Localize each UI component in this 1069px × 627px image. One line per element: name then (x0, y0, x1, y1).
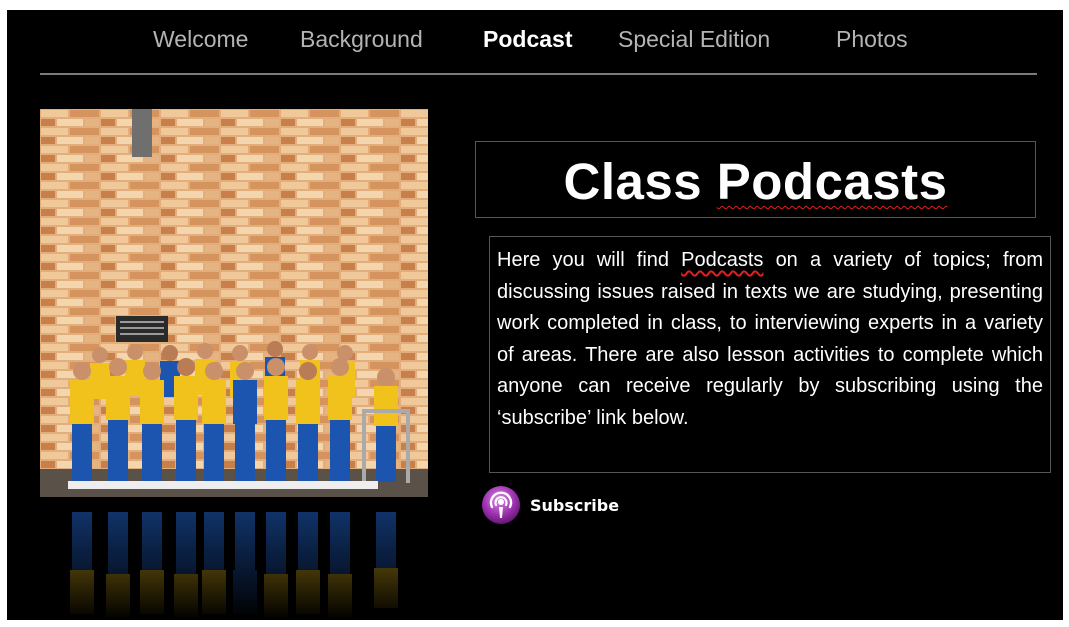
top-nav: Welcome Background Podcast Special Editi… (7, 10, 1063, 72)
intro-text-podcasts: Podcasts (681, 249, 764, 271)
page-title-word-1: Class (563, 153, 703, 210)
intro-paragraph: Here you will find Podcasts on a variety… (497, 245, 1043, 434)
intro-text-box: Here you will find Podcasts on a variety… (489, 236, 1051, 473)
page-title: Class Podcasts (563, 152, 947, 211)
nav-podcast[interactable]: Podcast (483, 26, 572, 53)
nav-divider (40, 73, 1037, 75)
intro-text-start: Here you will find (497, 249, 670, 271)
class-photo-illustration (40, 109, 428, 620)
subscribe-link[interactable]: Subscribe (481, 484, 619, 526)
nav-background[interactable]: Background (300, 26, 423, 53)
subscribe-label[interactable]: Subscribe (530, 496, 619, 515)
page-title-box: Class Podcasts (475, 141, 1036, 218)
page-title-word-2: Podcasts (716, 153, 948, 210)
nav-photos[interactable]: Photos (836, 26, 908, 53)
podcast-icon[interactable] (481, 485, 521, 525)
class-photo (40, 109, 428, 620)
nav-welcome[interactable]: Welcome (153, 26, 248, 53)
intro-text-rest: on a variety of topics; from discussing … (497, 249, 1043, 429)
nav-special-edition[interactable]: Special Edition (618, 26, 770, 53)
page-frame: Welcome Background Podcast Special Editi… (7, 10, 1063, 620)
